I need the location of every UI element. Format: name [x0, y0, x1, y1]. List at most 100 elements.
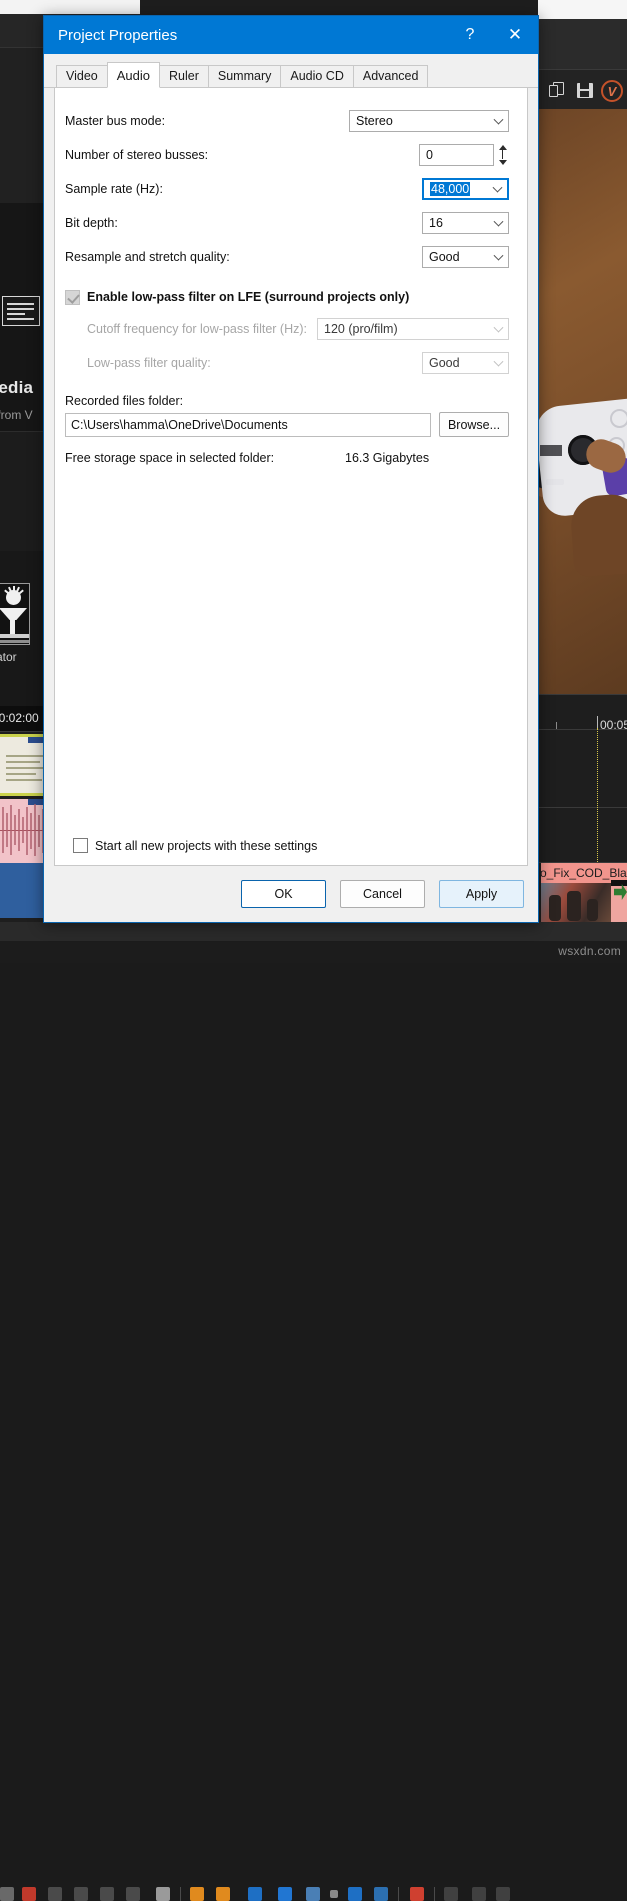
bit-depth-select[interactable]: 16: [422, 212, 509, 234]
stereo-busses-input[interactable]: 0: [419, 144, 494, 166]
row-master-bus-mode: Master bus mode: Stereo: [65, 104, 509, 138]
status-bar: [0, 922, 627, 941]
help-icon[interactable]: ?: [448, 16, 492, 54]
taskbar-icon-12[interactable]: [374, 1887, 388, 1901]
chevron-down-icon: [494, 323, 504, 333]
stereo-busses-stepper[interactable]: 0: [419, 144, 509, 166]
free-storage-value: 16.3 Gigabytes: [345, 451, 429, 465]
bit-depth-value: 16: [429, 216, 443, 230]
dialog-button-bar: OK Cancel Apply: [44, 866, 538, 922]
media-panel-subtitle: s from V: [0, 408, 33, 422]
cutoff-frequency-value: 120 (pro/film): [324, 322, 398, 336]
taskbar-icon-2[interactable]: [22, 1887, 36, 1901]
stereo-busses-spin-buttons[interactable]: [496, 144, 509, 166]
project-properties-dialog: Project Properties ? ✕ Video Audio Ruler…: [43, 15, 539, 923]
dialog-tabstrip: Video Audio Ruler Summary Audio CD Advan…: [44, 62, 538, 88]
cutoff-frequency-select: 120 (pro/film): [317, 318, 509, 340]
bit-depth-label: Bit depth:: [65, 216, 422, 230]
row-enable-lfe[interactable]: Enable low-pass filter on LFE (surround …: [65, 282, 509, 312]
chevron-down-icon: [494, 357, 504, 367]
taskbar-separator-2: [398, 1887, 399, 1901]
dialog-title: Project Properties: [58, 27, 448, 44]
clip-overlay-bar: [611, 880, 627, 886]
generator-label: rator: [0, 650, 17, 664]
taskbar-icon-7[interactable]: [190, 1887, 204, 1901]
spin-divider: [502, 150, 503, 159]
tab-ruler[interactable]: Ruler: [159, 65, 209, 87]
taskbar-icon-1[interactable]: [0, 1887, 14, 1901]
copy-icon[interactable]: [549, 82, 567, 100]
save-icon[interactable]: [576, 82, 594, 100]
lowpass-quality-value: Good: [429, 356, 460, 370]
taskbar-lock-icon[interactable]: [156, 1887, 170, 1901]
taskbar-chevron-icon[interactable]: [330, 1890, 338, 1898]
apply-button[interactable]: Apply: [439, 880, 524, 908]
chevron-down-icon: [493, 183, 503, 193]
tab-advanced[interactable]: Advanced: [353, 65, 429, 87]
recorded-folder-input[interactable]: C:\Users\hamma\OneDrive\Documents: [65, 413, 431, 437]
tab-audio-cd[interactable]: Audio CD: [280, 65, 354, 87]
taskbar-icon-16[interactable]: [496, 1887, 510, 1901]
taskbar-icon-11[interactable]: [348, 1887, 362, 1901]
windows-taskbar: [0, 941, 627, 963]
row-start-all-new[interactable]: Start all new projects with these settin…: [73, 838, 317, 853]
enable-lfe-label: Enable low-pass filter on LFE (surround …: [87, 290, 409, 304]
lowpass-quality-label: Low-pass filter quality:: [65, 356, 422, 370]
tab-video[interactable]: Video: [56, 65, 108, 87]
timeline-timecode-left: 00:02:00: [0, 711, 39, 725]
right-menu-area: [538, 19, 627, 69]
audio-tab-panel: Master bus mode: Stereo Number of stereo…: [54, 88, 528, 866]
taskbar-icon-3[interactable]: [48, 1887, 62, 1901]
taskbar-icon-4[interactable]: [74, 1887, 88, 1901]
sample-rate-select[interactable]: 48,000: [422, 178, 509, 200]
dialog-titlebar[interactable]: Project Properties ? ✕: [44, 16, 538, 54]
master-bus-mode-label: Master bus mode:: [65, 114, 349, 128]
timeline-clip-thumbnail: [541, 883, 611, 923]
cutoff-frequency-label: Cutoff frequency for low-pass filter (Hz…: [65, 322, 317, 336]
ok-button[interactable]: OK: [241, 880, 326, 908]
cancel-button[interactable]: Cancel: [340, 880, 425, 908]
tab-summary[interactable]: Summary: [208, 65, 281, 87]
spin-down-icon[interactable]: [499, 160, 507, 165]
recorded-folder-label: Recorded files folder:: [65, 394, 509, 408]
browse-button[interactable]: Browse...: [439, 412, 509, 437]
sample-rate-value: 48,000: [430, 182, 470, 196]
taskbar-icon-8[interactable]: [216, 1887, 230, 1901]
sample-rate-label: Sample rate (Hz):: [65, 182, 422, 196]
master-bus-mode-value: Stereo: [356, 114, 393, 128]
row-resample-quality: Resample and stretch quality: Good: [65, 240, 509, 274]
site-watermark: wsxdn.com: [558, 944, 621, 958]
timeline-timecode-right: 00:05: [600, 718, 627, 732]
taskbar-icon-5[interactable]: [100, 1887, 114, 1901]
generator-lamp-icon: [0, 583, 30, 645]
taskbar-separator-1: [180, 1887, 181, 1901]
taskbar-icon-13[interactable]: [410, 1887, 424, 1901]
row-bit-depth: Bit depth: 16: [65, 206, 509, 240]
free-storage-label: Free storage space in selected folder:: [65, 451, 345, 465]
vegas-logo-icon[interactable]: V: [601, 80, 623, 102]
taskbar-icon-9[interactable]: [248, 1887, 262, 1901]
resample-quality-select[interactable]: Good: [422, 246, 509, 268]
master-bus-mode-select[interactable]: Stereo: [349, 110, 509, 132]
chevron-down-icon: [494, 217, 504, 227]
document-icon: [2, 296, 40, 326]
video-preview-window: [538, 109, 627, 694]
stereo-busses-label: Number of stereo busses:: [65, 148, 419, 162]
tab-audio[interactable]: Audio: [107, 62, 160, 88]
resample-quality-label: Resample and stretch quality:: [65, 250, 422, 264]
taskbar-icon-6[interactable]: [126, 1887, 140, 1901]
close-icon[interactable]: ✕: [492, 16, 538, 54]
media-panel-title: Media: [0, 378, 33, 398]
start-all-new-checkbox[interactable]: [73, 838, 88, 853]
lowpass-quality-select: Good: [422, 352, 509, 374]
timeline-clip-label: o_Fix_COD_Blac: [540, 866, 627, 880]
taskbar-mail-icon[interactable]: [278, 1887, 292, 1901]
taskbar-icon-10[interactable]: [306, 1887, 320, 1901]
row-lowpass-quality: Low-pass filter quality: Good: [65, 346, 509, 380]
taskbar-icon-14[interactable]: [444, 1887, 458, 1901]
taskbar-icon-15[interactable]: [472, 1887, 486, 1901]
audio-settings-form: Master bus mode: Stereo Number of stereo…: [55, 88, 527, 465]
recorded-folder-row: C:\Users\hamma\OneDrive\Documents Browse…: [65, 412, 509, 437]
left-top-strip: [0, 0, 140, 14]
right-top-strip: [538, 0, 627, 19]
